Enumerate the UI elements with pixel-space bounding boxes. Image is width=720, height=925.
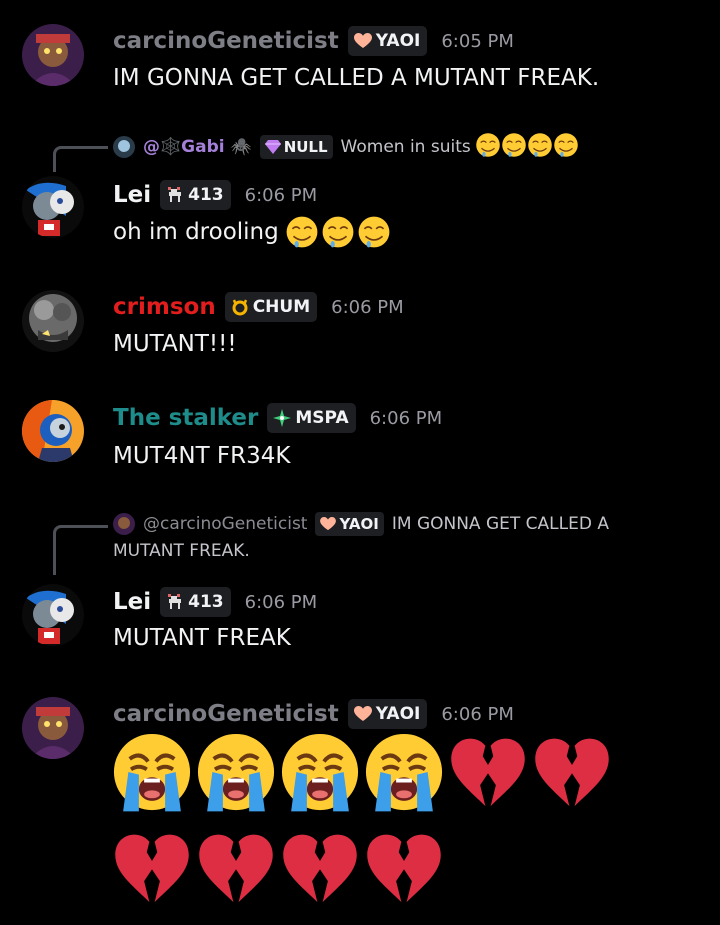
timestamp: 6:06 PM xyxy=(244,184,318,206)
emoji-row-2 xyxy=(110,826,446,910)
broken-heart-icon xyxy=(278,826,362,910)
username[interactable]: carcinoGeneticist xyxy=(113,701,339,727)
role-tag-label: YAOI xyxy=(375,704,421,724)
message-text: MUTANT FREAK xyxy=(113,625,291,651)
emoji-row-1 xyxy=(110,730,614,814)
reply-preview[interactable]: @carcinoGeneticist YAOI IM GONNA GET CAL… xyxy=(113,510,609,538)
message-text: MUT4NT FR34K xyxy=(113,443,291,469)
broken-heart-icon xyxy=(362,826,446,910)
username[interactable]: crimson xyxy=(113,294,216,320)
message-text: oh im drooling xyxy=(113,219,279,245)
message-text: MUTANT!!! xyxy=(113,331,237,357)
peach-heart-icon xyxy=(353,706,372,722)
reply-author[interactable]: @🕸️Gabi 🕷️ xyxy=(143,137,252,157)
reply-author[interactable]: @carcinoGeneticist xyxy=(143,514,307,534)
loudly-crying-face-icon xyxy=(278,730,362,814)
horns-icon xyxy=(231,298,249,316)
reply-avatar xyxy=(113,136,135,158)
timestamp: 6:06 PM xyxy=(331,296,404,318)
timestamp: 6:06 PM xyxy=(369,407,443,429)
drooling-face-icon xyxy=(321,215,355,249)
drooling-face-icon xyxy=(285,215,319,249)
avatar[interactable] xyxy=(22,290,84,352)
reply-preview[interactable]: @🕸️Gabi 🕷️ NULL Women in suits xyxy=(113,133,579,161)
role-tag-label: MSPA xyxy=(295,408,349,428)
message-header: Lei 413 6:06 PM xyxy=(113,585,317,619)
broken-heart-icon xyxy=(194,826,278,910)
reply-role-tag: NULL xyxy=(259,135,333,159)
username[interactable]: The stalker xyxy=(113,405,258,431)
message-header: carcinoGeneticist YAOI 6:06 PM xyxy=(113,697,514,731)
peach-heart-icon xyxy=(320,517,337,531)
role-tag-label: 413 xyxy=(188,592,224,612)
loudly-crying-face-icon xyxy=(362,730,446,814)
broken-heart-icon xyxy=(530,730,614,814)
role-tag[interactable]: MSPA xyxy=(267,403,356,433)
avatar[interactable] xyxy=(22,400,84,462)
avatar[interactable] xyxy=(22,24,84,86)
reply-text-continued: MUTANT FREAK. xyxy=(113,541,250,561)
avatar[interactable] xyxy=(22,176,84,238)
message-header: crimson CHUM 6:06 PM xyxy=(113,290,404,324)
loudly-crying-face-icon xyxy=(194,730,278,814)
loudly-crying-face-icon xyxy=(110,730,194,814)
goat-icon xyxy=(166,186,184,204)
broken-heart-icon xyxy=(446,730,530,814)
reply-role-tag: YAOI xyxy=(315,512,384,536)
timestamp: 6:06 PM xyxy=(441,703,514,725)
drooling-face-icon xyxy=(501,132,527,163)
message-header: Lei 413 6:06 PM xyxy=(113,178,317,212)
avatar[interactable] xyxy=(22,697,84,759)
avatar[interactable] xyxy=(22,584,84,646)
gem-icon xyxy=(264,140,281,154)
role-tag-label: 413 xyxy=(188,185,224,205)
role-tag[interactable]: 413 xyxy=(160,587,231,617)
message-content: oh im drooling xyxy=(113,214,391,250)
broken-heart-icon xyxy=(110,826,194,910)
timestamp: 6:06 PM xyxy=(244,591,318,613)
role-tag[interactable]: YAOI xyxy=(347,699,428,729)
role-tag[interactable]: CHUM xyxy=(224,292,318,322)
sparkle-icon xyxy=(273,409,292,427)
drooling-face-icon xyxy=(553,132,579,163)
reply-spine xyxy=(53,146,108,172)
message-text: IM GONNA GET CALLED A MUTANT FREAK. xyxy=(113,65,600,91)
drooling-face-icon xyxy=(357,215,391,249)
reply-spine xyxy=(53,525,108,575)
role-tag[interactable]: 413 xyxy=(160,180,231,210)
drooling-face-icon xyxy=(527,132,553,163)
role-tag[interactable]: YAOI xyxy=(347,26,428,56)
reply-text: Women in suits xyxy=(340,137,471,157)
goat-icon xyxy=(166,593,184,611)
username[interactable]: Lei xyxy=(113,182,151,208)
message-header: The stalker MSPA 6:06 PM xyxy=(113,401,442,435)
reply-avatar xyxy=(113,513,135,535)
timestamp: 6:05 PM xyxy=(441,30,514,52)
username[interactable]: carcinoGeneticist xyxy=(113,28,339,54)
username[interactable]: Lei xyxy=(113,589,151,615)
role-tag-label: YAOI xyxy=(375,31,421,51)
peach-heart-icon xyxy=(353,33,372,49)
role-tag-label: CHUM xyxy=(252,297,311,317)
message-header: carcinoGeneticist YAOI 6:05 PM xyxy=(113,24,514,58)
reply-text: IM GONNA GET CALLED A xyxy=(391,514,609,534)
drooling-face-icon xyxy=(475,132,501,163)
